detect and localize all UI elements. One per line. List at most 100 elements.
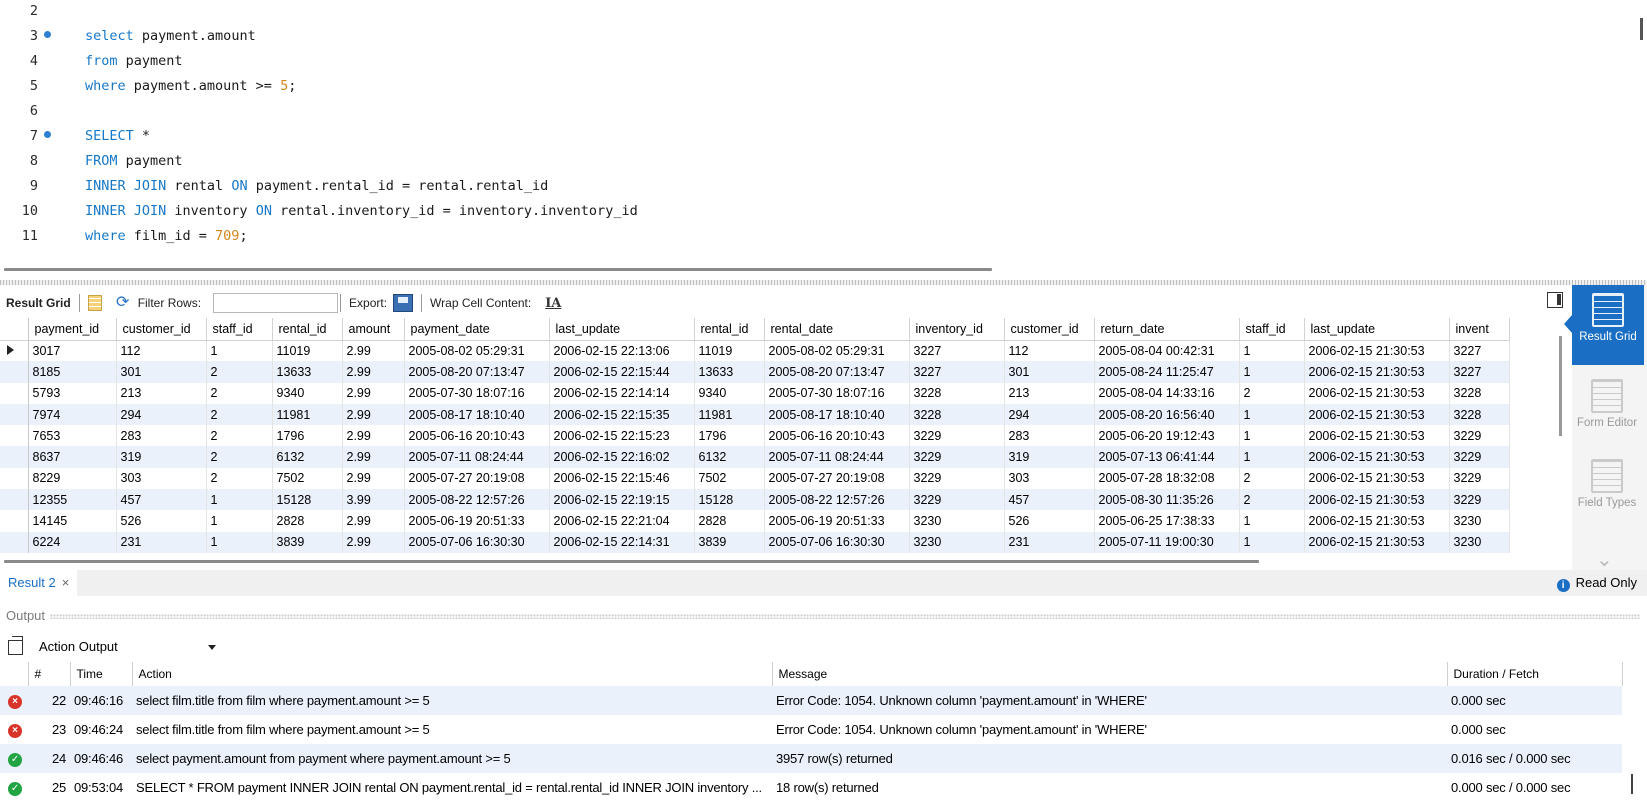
table-cell[interactable]: 2006-02-15 22:14:31 [549,531,695,553]
statement-marker-icon[interactable] [44,131,51,138]
table-cell[interactable]: 12355 [28,489,117,511]
column-header-staff-id[interactable]: staff_id [206,318,273,341]
table-cell[interactable]: 301 [1004,361,1095,383]
output-row[interactable]: ✓ 24 09:46:46 select payment.amount from pa… [0,744,1622,773]
table-cell[interactable]: 3228 [1449,403,1510,426]
table-cell[interactable]: 3227 [1449,361,1510,383]
table-cell[interactable]: 3229 [909,446,1005,468]
table-cell[interactable]: 1 [1239,403,1305,426]
editor-horizontal-scrollbar[interactable] [4,268,992,271]
code-line[interactable]: 9 INNER JOIN rental ON payment.rental_id … [0,173,1620,199]
column-header-customer-id[interactable]: customer_id [1004,318,1095,341]
table-cell[interactable]: 2 [1239,489,1305,511]
table-cell[interactable]: 2.99 [342,382,405,404]
table-cell[interactable]: 2006-02-15 22:14:14 [549,382,695,404]
table-cell[interactable]: 5793 [28,382,117,404]
table-cell[interactable]: 231 [1004,531,1095,553]
table-row[interactable]: 8229 303 2 7502 2.99 2005-07-27 20:19:08 2006-… [0,467,1510,490]
output-row[interactable]: × 22 09:46:16 select film.title from film w… [0,686,1622,715]
column-header-staff-id[interactable]: staff_id [1239,318,1305,341]
table-cell[interactable]: 2005-06-16 20:10:43 [764,425,910,447]
output-row[interactable]: × 23 09:46:24 select film.title from film w… [0,715,1622,744]
table-cell[interactable]: 2006-02-15 22:16:02 [549,446,695,468]
table-row[interactable]: 7653 283 2 1796 2.99 2005-06-16 20:10:43 2006-… [0,425,1510,447]
table-cell[interactable]: 3017 [28,340,117,362]
column-header-invent[interactable]: invent [1449,318,1510,341]
export-button[interactable] [393,292,419,314]
editor-results-splitter[interactable] [0,280,1647,285]
table-cell[interactable]: 2828 [272,510,343,532]
table-cell[interactable]: 3229 [1449,425,1510,447]
table-cell[interactable]: 2 [1239,467,1305,490]
table-cell[interactable]: 3228 [909,403,1005,426]
table-cell[interactable]: 13633 [694,361,765,383]
table-cell[interactable]: 2005-08-02 05:29:31 [764,340,910,362]
table-cell[interactable]: 1 [206,340,273,362]
column-header-payment-id[interactable]: payment_id [28,318,117,341]
close-icon[interactable]: × [62,575,70,590]
column-header-last-update[interactable]: last_update [1304,318,1450,341]
table-cell[interactable]: 2005-07-28 18:32:08 [1094,467,1240,490]
table-cell[interactable]: 526 [116,510,207,532]
code-line[interactable]: 10 INNER JOIN inventory ON rental.invento… [0,198,1620,224]
table-row[interactable]: 7974 294 2 11981 2.99 2005-08-17 18:10:40 2006… [0,403,1510,426]
table-cell[interactable]: 11981 [694,403,765,426]
table-cell[interactable]: 3229 [1449,467,1510,490]
table-cell[interactable]: 2005-07-27 20:19:08 [404,467,550,490]
table-cell[interactable]: 3229 [1449,489,1510,511]
table-cell[interactable]: 2005-07-11 08:24:44 [764,446,910,468]
table-cell[interactable]: 2005-07-13 06:41:44 [1094,446,1240,468]
statement-marker-icon[interactable] [44,31,51,38]
table-cell[interactable]: 2006-02-15 21:30:53 [1304,382,1450,404]
form-editor-side-button[interactable]: Form Editor [1572,371,1642,451]
table-cell[interactable]: 3227 [909,361,1005,383]
wrap-cell-content-button[interactable]: IA [537,292,567,314]
table-cell[interactable]: 9340 [694,382,765,404]
table-cell[interactable]: 7502 [272,467,343,490]
table-cell[interactable]: 15128 [694,489,765,511]
table-cell[interactable]: 2 [206,425,273,447]
row-header[interactable] [0,340,29,362]
output-column-header[interactable]: Time [70,662,133,686]
table-cell[interactable]: 7502 [694,467,765,490]
table-cell[interactable]: 2006-02-15 21:30:53 [1304,489,1450,511]
row-header[interactable] [0,489,29,511]
table-cell[interactable]: 1 [206,531,273,553]
column-header-rental-id[interactable]: rental_id [272,318,343,341]
table-cell[interactable]: 2.99 [342,403,405,426]
table-cell[interactable]: 2 [206,382,273,404]
grid-view-button[interactable] [82,292,108,314]
refresh-button[interactable]: ⟳ [108,292,138,314]
code-line[interactable]: 3 select payment.amount [0,23,1620,49]
table-cell[interactable]: 3230 [1449,531,1510,553]
result-grid-side-button[interactable]: Result Grid [1564,285,1644,365]
table-cell[interactable]: 2006-02-15 21:30:53 [1304,446,1450,468]
table-cell[interactable]: 3230 [909,510,1005,532]
output-column-header[interactable]: # [28,662,71,686]
table-cell[interactable]: 2005-08-02 05:29:31 [404,340,550,362]
table-cell[interactable]: 2005-07-06 16:30:30 [764,531,910,553]
table-cell[interactable]: 3229 [1449,446,1510,468]
table-cell[interactable]: 112 [1004,340,1095,362]
grid-horizontal-scrollbar[interactable] [4,560,1259,563]
table-cell[interactable]: 231 [116,531,207,553]
table-cell[interactable]: 2005-07-11 19:00:30 [1094,531,1240,553]
code-line[interactable]: 8 FROM payment [0,148,1620,174]
table-cell[interactable]: 213 [1004,382,1095,404]
table-cell[interactable]: 1 [1239,446,1305,468]
table-cell[interactable]: 3228 [909,382,1005,404]
table-cell[interactable]: 2.99 [342,531,405,553]
table-cell[interactable]: 213 [116,382,207,404]
table-row[interactable]: 12355 457 1 15128 3.99 2005-08-22 12:57:26 200… [0,489,1510,511]
table-cell[interactable]: 2006-02-15 21:30:53 [1304,425,1450,447]
table-cell[interactable]: 8229 [28,467,117,490]
table-cell[interactable]: 283 [116,425,207,447]
output-vertical-scrollbar[interactable] [1631,774,1633,794]
table-cell[interactable]: 2006-02-15 21:30:53 [1304,510,1450,532]
table-cell[interactable]: 2828 [694,510,765,532]
table-cell[interactable]: 1 [1239,425,1305,447]
row-header[interactable] [0,446,29,468]
table-cell[interactable]: 2.99 [342,361,405,383]
table-cell[interactable]: 2006-02-15 22:13:06 [549,340,695,362]
table-cell[interactable]: 3230 [1449,510,1510,532]
